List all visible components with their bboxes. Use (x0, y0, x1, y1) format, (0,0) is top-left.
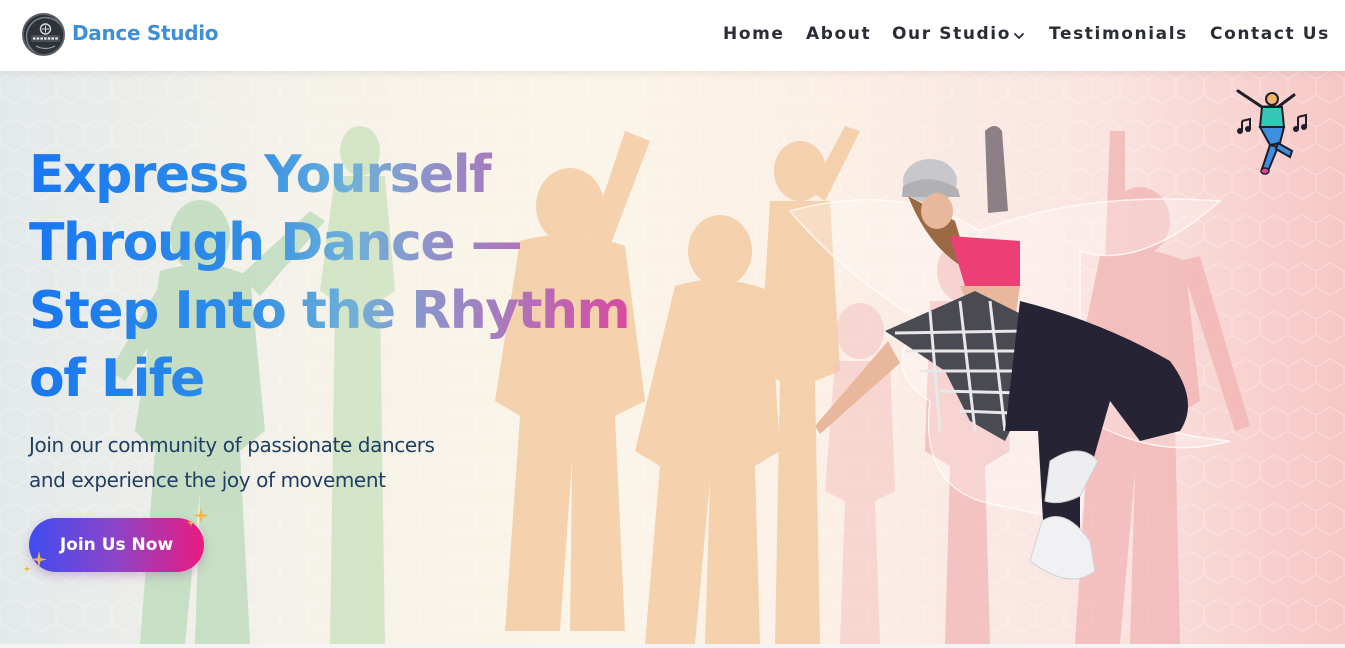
studio-logo[interactable] (22, 13, 65, 56)
sparkle-icon (187, 507, 209, 527)
nav-home[interactable]: Home (723, 24, 785, 44)
headline-line-1: Express Yourself (29, 145, 491, 205)
headline-line-4: of Life (29, 349, 204, 409)
section-divider (0, 644, 1345, 648)
hero-subtitle: Join our community of passionate dancers… (29, 428, 529, 498)
nav-about[interactable]: About (806, 24, 871, 44)
join-us-now-button[interactable]: Join Us Now (29, 518, 204, 572)
hero-section: Express Yourself Through Dance — Step In… (0, 71, 1345, 644)
headline-line-3: Step Into the Rhythm (29, 281, 630, 341)
subtitle-line-2: and experience the joy of movement (29, 468, 386, 492)
site-header: Dance Studio Home About Our Studio Testi… (0, 0, 1345, 71)
brand-name[interactable]: Dance Studio (72, 21, 219, 45)
nav-testimonials[interactable]: Testimonials (1049, 24, 1188, 44)
logo-emblem-icon (25, 16, 63, 54)
nav-our-studio-label: Our Studio (892, 24, 1012, 44)
sparkle-icon (23, 551, 47, 573)
nav-our-studio[interactable]: Our Studio (892, 24, 1011, 44)
dancer-photo (788, 126, 1231, 580)
subtitle-line-1: Join our community of passionate dancers (29, 433, 435, 457)
chevron-down-icon[interactable] (1012, 29, 1026, 43)
dancer-music-icon (1236, 89, 1307, 175)
nav-contact-us[interactable]: Contact Us (1210, 24, 1330, 44)
headline-line-2: Through Dance — (29, 213, 522, 273)
hero-headline: Express Yourself Through Dance — Step In… (29, 141, 649, 413)
